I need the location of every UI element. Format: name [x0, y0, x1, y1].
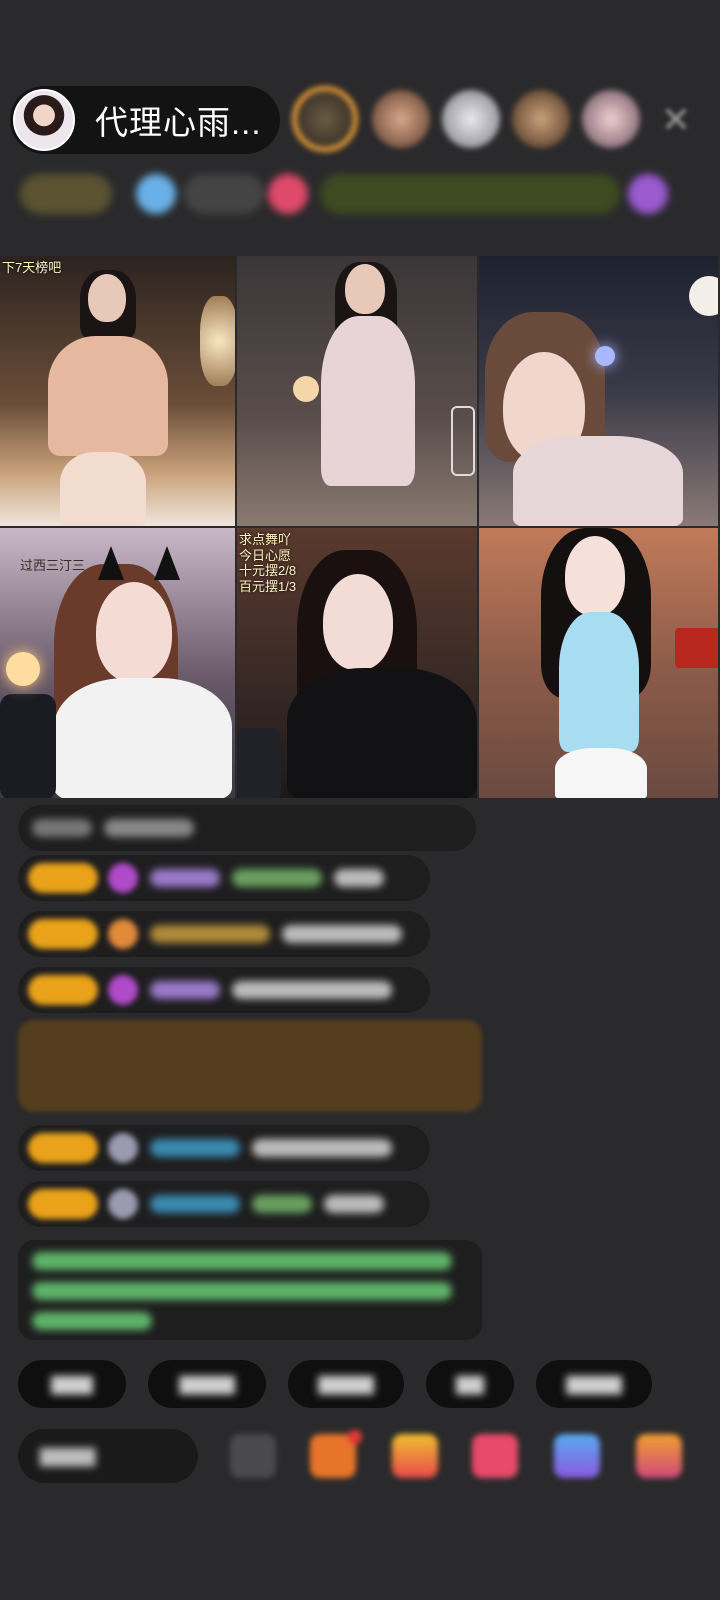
heart-icon[interactable] — [268, 174, 308, 214]
more-apps-icon[interactable] — [636, 1434, 682, 1478]
video-caption: 求点舞吖 今日心愿 十元摆2/8 百元摆1/3 — [239, 532, 297, 594]
fan-count-chip — [184, 174, 264, 214]
viewer-avatar[interactable] — [372, 90, 430, 148]
video-caption: 下7天榜吧 — [2, 260, 62, 275]
host-info-pill[interactable]: 代理心雨... — [10, 86, 280, 154]
highlight-message — [18, 1020, 482, 1112]
heart-gift-icon[interactable] — [472, 1434, 518, 1478]
chat-message — [18, 1125, 430, 1171]
avatar-icon — [108, 1189, 138, 1219]
quick-reply-chip[interactable]: ▇▇▇▇ — [288, 1360, 404, 1408]
treasure-icon[interactable] — [392, 1434, 438, 1478]
chat-message — [18, 967, 430, 1013]
emoji-icon[interactable] — [230, 1434, 276, 1478]
game-icon[interactable] — [554, 1434, 600, 1478]
video-cell-3[interactable] — [479, 256, 720, 528]
quick-reply-chip[interactable]: ▇▇▇▇ — [536, 1360, 652, 1408]
level-badge — [28, 919, 98, 949]
multi-guest-video-grid: 下7天榜吧 过西三汀三 求点舞吖 今日心愿 十元摆2/8 百元摆1/3 — [0, 256, 720, 800]
avatar-icon — [108, 1133, 138, 1163]
chat-message — [18, 911, 430, 957]
chat-message — [18, 1181, 430, 1227]
video-cell-2[interactable] — [237, 256, 479, 528]
system-notice — [18, 1240, 482, 1340]
notification-dot — [348, 1430, 362, 1444]
more-icon[interactable] — [628, 174, 668, 214]
chat-message — [18, 855, 430, 901]
video-cell-6[interactable] — [479, 528, 720, 800]
level-badge — [28, 975, 98, 1005]
video-cell-4[interactable]: 过西三汀三 — [0, 528, 237, 800]
chat-message — [18, 805, 476, 851]
video-caption: 过西三汀三 — [20, 558, 86, 573]
quick-reply-chip[interactable]: ▇▇ — [426, 1360, 514, 1408]
rank-chip[interactable] — [320, 174, 620, 214]
host-name: 代理心雨... — [95, 104, 262, 141]
badge-icon — [108, 919, 138, 949]
bottom-toolbar: ▇▇▇▇ — [18, 1426, 720, 1486]
viewer-avatar[interactable] — [512, 90, 570, 148]
viewer-avatar[interactable] — [442, 90, 500, 148]
level-badge — [28, 1189, 98, 1219]
top-viewers-list — [292, 86, 652, 152]
quick-reply-bar[interactable]: ▇▇▇ ▇▇▇▇ ▇▇▇▇ ▇▇ ▇▇▇▇ — [18, 1360, 652, 1408]
video-cell-5[interactable]: 求点舞吖 今日心愿 十元摆2/8 百元摆1/3 — [237, 528, 479, 800]
gem-icon — [108, 863, 138, 893]
fan-club-icon[interactable] — [136, 174, 176, 214]
level-badge — [20, 174, 112, 214]
quick-reply-chip[interactable]: ▇▇▇▇ — [148, 1360, 266, 1408]
level-badge — [28, 863, 98, 893]
gem-icon — [108, 975, 138, 1005]
video-cell-1[interactable]: 下7天榜吧 — [0, 256, 237, 528]
gift-box-icon[interactable] — [310, 1430, 362, 1478]
rank-info-bar[interactable] — [20, 170, 696, 218]
host-avatar[interactable] — [13, 89, 75, 151]
viewer-avatar[interactable] — [292, 86, 358, 152]
chat-input[interactable]: ▇▇▇▇ — [18, 1429, 198, 1483]
level-badge — [28, 1133, 98, 1163]
viewer-avatar[interactable] — [582, 90, 640, 148]
close-icon[interactable]: ✕ — [654, 98, 698, 142]
quick-reply-chip[interactable]: ▇▇▇ — [18, 1360, 126, 1408]
